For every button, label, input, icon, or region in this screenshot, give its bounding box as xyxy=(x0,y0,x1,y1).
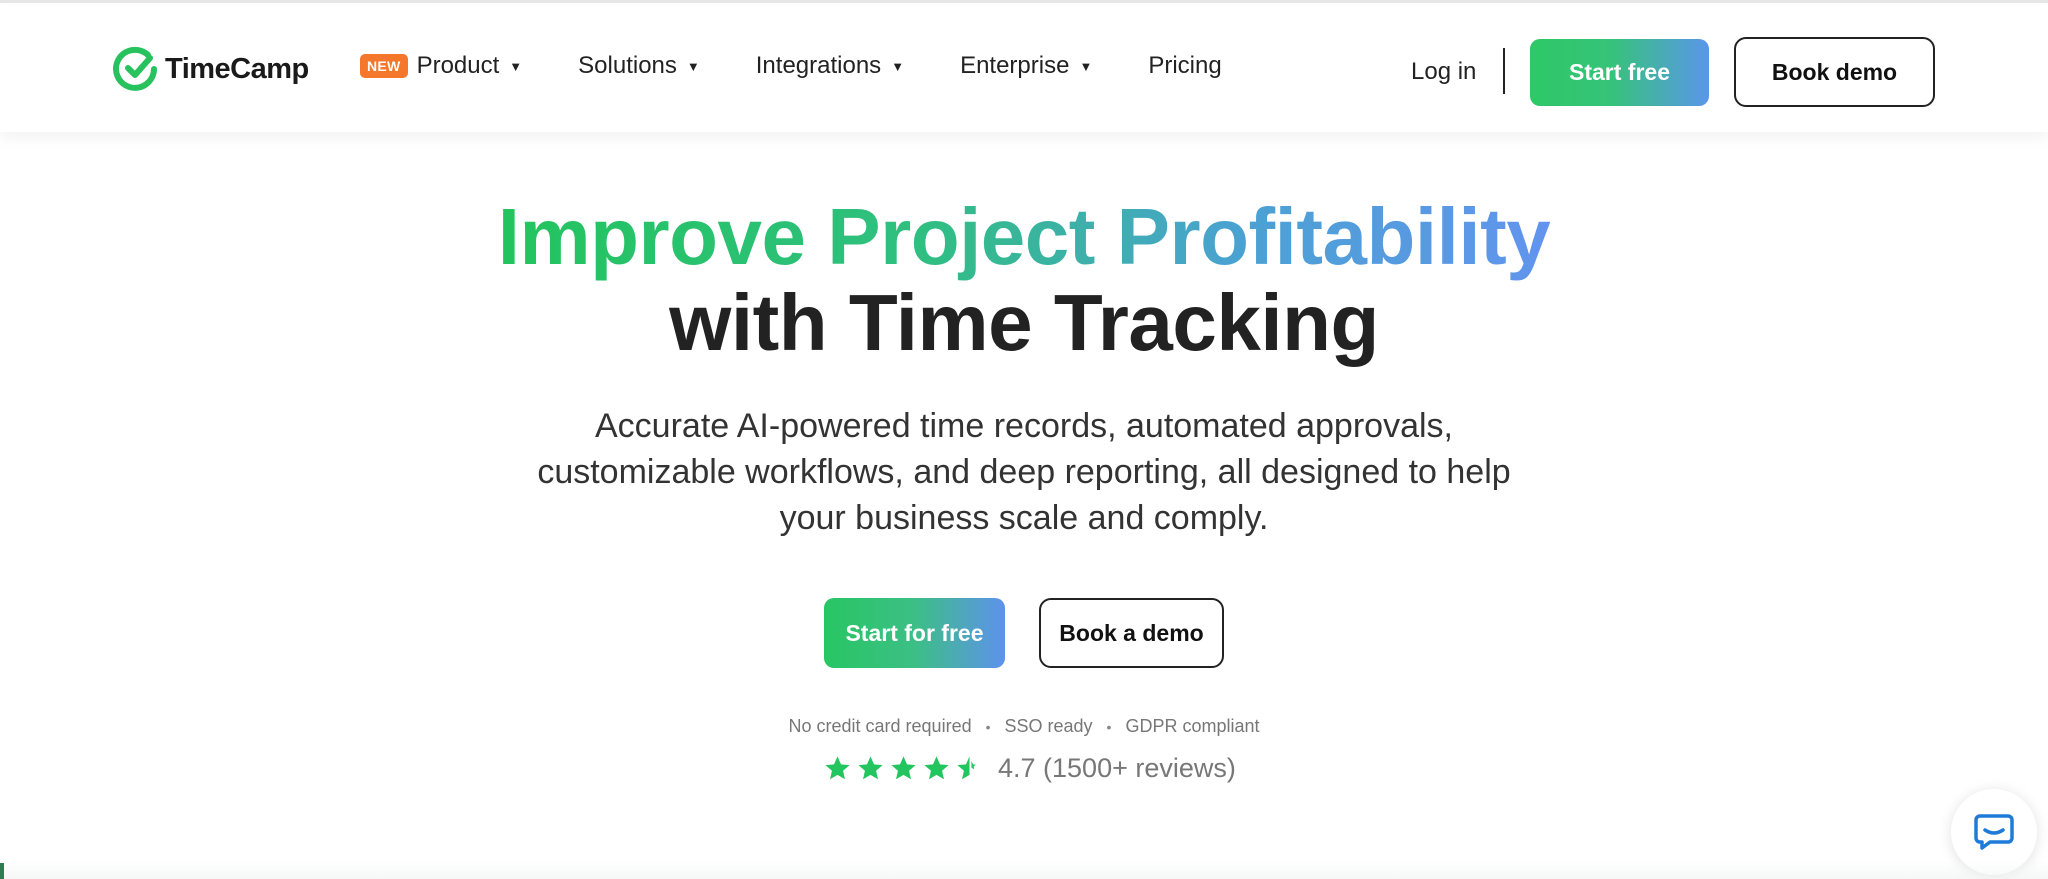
star-icon xyxy=(825,756,850,780)
star-icon xyxy=(924,756,949,780)
separator-dot: • xyxy=(985,718,991,735)
separator-dot: • xyxy=(1106,718,1112,735)
rating-text: 4.7 (1500+ reviews) xyxy=(998,753,1236,783)
header-divider xyxy=(1503,48,1505,94)
logo-text: TimeCamp xyxy=(165,52,309,85)
hero-title-line2: with Time Tracking xyxy=(669,278,1379,367)
book-a-demo-button[interactable]: Book a demo xyxy=(1039,598,1224,668)
header-start-free-button[interactable]: Start free xyxy=(1530,39,1709,106)
start-for-free-button[interactable]: Start for free xyxy=(824,598,1005,668)
site-header: TimeCamp NEW Product ▼ Solutions ▼ Integ… xyxy=(0,6,2048,132)
caret-down-icon: ▼ xyxy=(1079,58,1093,74)
trust-sso-ready: SSO ready xyxy=(1004,716,1093,736)
rating-stars xyxy=(823,754,984,783)
half-star-icon xyxy=(957,756,976,780)
header-book-demo-button[interactable]: Book demo xyxy=(1734,37,1935,107)
page: TimeCamp NEW Product ▼ Solutions ▼ Integ… xyxy=(0,0,2048,879)
nav-product-label: Product xyxy=(416,52,500,79)
new-badge: NEW xyxy=(360,54,408,78)
nav-product[interactable]: NEW Product ▼ xyxy=(360,52,522,80)
timecamp-logo-icon xyxy=(113,46,157,91)
caret-down-icon: ▼ xyxy=(891,58,905,74)
star-icon xyxy=(891,756,916,780)
nav-pricing[interactable]: Pricing xyxy=(1148,52,1221,80)
hero-title-line1: Improve Project Profitability xyxy=(497,192,1551,281)
hero-title-gradient: Improve Project Profitability xyxy=(0,191,2048,283)
nav-integrations-label: Integrations xyxy=(755,52,882,79)
trust-no-credit-card: No credit card required xyxy=(788,716,972,736)
chat-bubble-icon xyxy=(1974,814,2014,850)
main-nav: NEW Product ▼ Solutions ▼ Integrations ▼… xyxy=(360,52,1278,80)
hero-subtitle: Accurate AI-powered time records, automa… xyxy=(537,407,1511,537)
nav-pricing-label: Pricing xyxy=(1148,52,1222,79)
left-edge-accent xyxy=(0,863,4,879)
login-link[interactable]: Log in xyxy=(1411,58,1476,86)
rating: 4.7 (1500+ reviews) xyxy=(823,753,1236,784)
bottom-fade xyxy=(0,861,2048,879)
caret-down-icon: ▼ xyxy=(509,58,523,74)
nav-solutions-label: Solutions xyxy=(578,52,677,79)
trust-badges: No credit card required • SSO ready • GD… xyxy=(0,716,2048,737)
logo-link[interactable]: TimeCamp xyxy=(113,46,309,92)
nav-enterprise-label: Enterprise xyxy=(960,52,1070,79)
nav-solutions[interactable]: Solutions ▼ xyxy=(578,52,700,80)
nav-integrations[interactable]: Integrations ▼ xyxy=(756,52,904,80)
nav-enterprise[interactable]: Enterprise ▼ xyxy=(960,52,1092,80)
caret-down-icon: ▼ xyxy=(686,58,700,74)
trust-gdpr: GDPR compliant xyxy=(1125,716,1260,736)
star-icon xyxy=(858,756,883,780)
